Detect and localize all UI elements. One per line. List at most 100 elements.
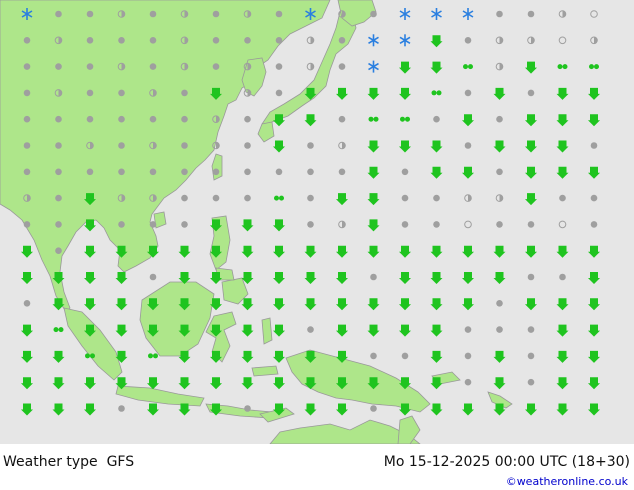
model-label: GFS (106, 454, 135, 470)
cloudy-icon (86, 63, 94, 70)
cloudy-icon (590, 194, 598, 202)
cloudy-icon (496, 221, 503, 228)
cloudy-icon (118, 89, 125, 97)
cloudy-icon (244, 194, 251, 202)
map-title: Weather type GFS (3, 454, 134, 470)
cloudy-icon (23, 89, 31, 97)
cloudy-icon (149, 63, 157, 70)
cloudy-icon (527, 352, 535, 360)
cloudy-icon (244, 37, 251, 44)
cloudy-icon (86, 37, 94, 44)
cloudy-icon (118, 115, 125, 123)
cloudy-icon (338, 37, 346, 44)
cloudy-icon (307, 142, 314, 149)
cloudy-icon (149, 221, 157, 228)
cloudy-icon (338, 63, 346, 70)
cloudy-icon (23, 63, 31, 70)
cloudy-icon (55, 63, 62, 70)
cloudy-icon (86, 168, 94, 176)
cloudy-icon (464, 89, 472, 97)
cloudy-icon (23, 115, 31, 123)
cloudy-icon (212, 37, 220, 44)
cloudy-icon (275, 63, 283, 70)
cloudy-icon (244, 168, 251, 176)
cloudy-icon (23, 300, 31, 307)
cloudy-icon (496, 300, 503, 307)
cloudy-icon (496, 115, 503, 123)
cloudy-icon (307, 168, 314, 176)
cloudy-icon (149, 273, 157, 281)
halmahera (261, 317, 273, 345)
cloudy-icon (118, 142, 125, 149)
cloudy-icon (55, 194, 62, 202)
cloudy-icon (496, 326, 503, 333)
cloudy-icon (55, 221, 62, 228)
cloudy-icon (86, 89, 94, 97)
cloudy-icon (307, 194, 314, 202)
cloudy-icon (275, 37, 283, 44)
cloudy-icon (55, 168, 62, 176)
cloudy-icon (464, 37, 472, 44)
credit-link[interactable]: ©weatheronline.co.uk (506, 475, 628, 488)
cloudy-icon (118, 168, 125, 176)
cloudy-icon (181, 168, 188, 176)
cloudy-icon (275, 89, 283, 97)
cloudy-icon (527, 326, 535, 333)
cloudy-icon (370, 405, 377, 412)
cloudy-icon (244, 405, 251, 412)
cloudy-icon (181, 194, 188, 202)
cloudy-icon (527, 378, 535, 386)
cloudy-icon (181, 142, 188, 149)
cloudy-icon (590, 221, 598, 228)
cloudy-icon (496, 10, 503, 18)
cloudy-icon (149, 115, 157, 123)
map-footer: Weather type GFS Mo 15-12-2025 00:00 UTC… (0, 444, 634, 490)
cloudy-icon (559, 194, 566, 202)
cloudy-icon (244, 115, 251, 123)
cloudy-icon (149, 37, 157, 44)
cloudy-icon (55, 115, 62, 123)
cloudy-icon (149, 10, 157, 18)
cloudy-icon (370, 352, 377, 360)
cloudy-icon (307, 326, 314, 333)
cloudy-icon (212, 168, 220, 176)
cloudy-icon (181, 221, 188, 228)
cloudy-icon (23, 37, 31, 44)
cloudy-icon (307, 221, 314, 228)
cloudy-icon (23, 168, 31, 176)
cloudy-icon (527, 221, 535, 228)
cloudy-icon (590, 142, 598, 149)
seram (251, 365, 279, 377)
cloudy-icon (275, 10, 283, 18)
cloudy-icon (370, 273, 377, 281)
cloudy-icon (401, 168, 409, 176)
weather-map-window: Weather type GFS Mo 15-12-2025 00:00 UTC… (0, 0, 634, 490)
cloudy-icon (433, 115, 440, 123)
cloudy-icon (181, 89, 188, 97)
cloudy-icon (212, 10, 220, 18)
valid-time: Mo 15-12-2025 00:00 UTC (18+30) (383, 454, 630, 470)
cloudy-icon (55, 247, 62, 254)
cloudy-icon (212, 63, 220, 70)
cloudy-icon (464, 352, 472, 360)
cloudy-icon (181, 115, 188, 123)
cloudy-icon (118, 37, 125, 44)
cloudy-icon (433, 194, 440, 202)
cloudy-icon (496, 168, 503, 176)
cloudy-icon (118, 221, 125, 228)
weather-type-map (0, 0, 634, 444)
cloudy-icon (464, 326, 472, 333)
cloudy-icon (401, 352, 409, 360)
cloudy-icon (275, 168, 283, 176)
cloudy-icon (86, 10, 94, 18)
cloudy-icon (86, 115, 94, 123)
cloudy-icon (527, 89, 535, 97)
product-label: Weather type (3, 454, 98, 470)
cloudy-icon (559, 273, 566, 281)
cloudy-icon (464, 142, 472, 149)
cloudy-icon (527, 10, 535, 18)
cloudy-icon (55, 142, 62, 149)
cloudy-icon (338, 168, 346, 176)
cloudy-icon (464, 378, 472, 386)
cloudy-icon (433, 221, 440, 228)
